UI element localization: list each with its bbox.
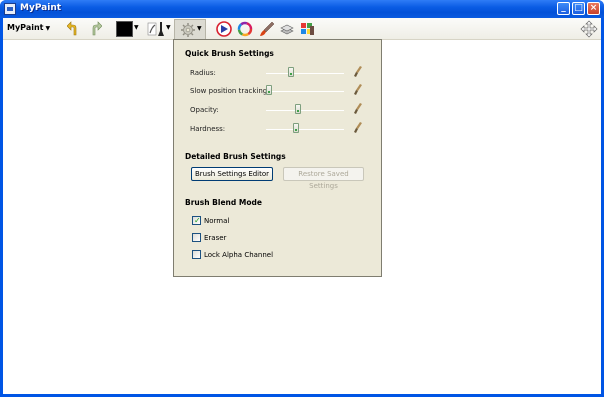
reset-opacity-icon[interactable] xyxy=(354,103,363,114)
restore-saved-settings-button[interactable]: Restore Saved Settings xyxy=(283,167,364,190)
undo-icon[interactable] xyxy=(67,21,81,37)
main-menu-label: MyPaint xyxy=(7,23,44,32)
opacity-slider[interactable] xyxy=(266,110,344,111)
maximize-button[interactable]: □ xyxy=(572,2,585,15)
settings-dropdown-icon: ▼ xyxy=(197,25,202,32)
color-triangle-icon[interactable] xyxy=(216,21,232,37)
paintbrush-icon[interactable] xyxy=(259,21,275,37)
lock-alpha-checkbox[interactable] xyxy=(192,250,201,259)
brush-settings-dropdown: Quick Brush Settings Radius: Slow positi… xyxy=(173,39,382,277)
slow-tracking-slider-thumb[interactable] xyxy=(266,85,272,95)
hardness-label: Hardness: xyxy=(190,125,226,133)
radius-label: Radius: xyxy=(190,69,216,77)
opacity-slider-thumb[interactable] xyxy=(295,104,301,114)
radius-slider[interactable] xyxy=(266,73,344,74)
eraser-label: Eraser xyxy=(204,234,227,242)
detailed-brush-settings-heading: Detailed Brush Settings xyxy=(185,152,286,161)
brush-settings-icon xyxy=(181,23,195,37)
move-icon[interactable] xyxy=(580,20,598,38)
checkmark-icon: ✓ xyxy=(194,216,201,225)
palette-icon[interactable] xyxy=(299,21,315,37)
chevron-down-icon: ▼ xyxy=(45,25,51,32)
close-button[interactable]: × xyxy=(587,2,600,15)
hardness-slider-thumb[interactable] xyxy=(293,123,299,133)
brush-blend-mode-heading: Brush Blend Mode xyxy=(185,198,262,207)
slow-tracking-slider[interactable] xyxy=(266,91,344,92)
main-toolbar: MyPaint ▼ ▼ ▼ ▼ xyxy=(3,18,601,40)
normal-label: Normal xyxy=(204,217,230,225)
title-bar[interactable]: MyPaint _ □ × xyxy=(0,0,604,18)
brush-settings-button[interactable]: ▼ xyxy=(174,19,206,39)
eraser-checkbox[interactable] xyxy=(192,233,201,242)
canvas-area[interactable]: MyPaint ▼ ▼ ▼ ▼ Quick Brush Settings Rad… xyxy=(3,18,601,394)
brush-icon[interactable] xyxy=(146,21,166,37)
normal-checkbox[interactable]: ✓ xyxy=(192,216,201,225)
redo-icon[interactable] xyxy=(88,21,102,37)
reset-hardness-icon[interactable] xyxy=(354,122,363,133)
app-window: MyPaint _ □ × MyPaint ▼ ▼ ▼ ▼ Quick Brus… xyxy=(0,0,604,397)
radius-slider-thumb[interactable] xyxy=(288,67,294,77)
color-wheel-icon[interactable] xyxy=(237,21,253,37)
layers-icon[interactable] xyxy=(279,21,295,37)
color-dropdown-icon[interactable]: ▼ xyxy=(134,24,139,40)
app-icon xyxy=(4,3,16,15)
reset-radius-icon[interactable] xyxy=(354,66,363,77)
brush-dropdown-icon[interactable]: ▼ xyxy=(166,24,171,40)
minimize-button[interactable]: _ xyxy=(557,2,570,15)
opacity-label: Opacity: xyxy=(190,106,219,114)
quick-brush-settings-heading: Quick Brush Settings xyxy=(185,49,274,58)
current-color-swatch[interactable] xyxy=(116,21,133,37)
main-menu-button[interactable]: MyPaint ▼ xyxy=(7,23,50,39)
slow-tracking-label: Slow position tracking: xyxy=(190,87,270,95)
lock-alpha-label: Lock Alpha Channel xyxy=(204,251,274,259)
hardness-slider[interactable] xyxy=(266,129,344,130)
window-title: MyPaint xyxy=(20,3,62,13)
reset-slow-tracking-icon[interactable] xyxy=(354,84,363,95)
brush-settings-editor-button[interactable]: Brush Settings Editor xyxy=(191,167,273,181)
